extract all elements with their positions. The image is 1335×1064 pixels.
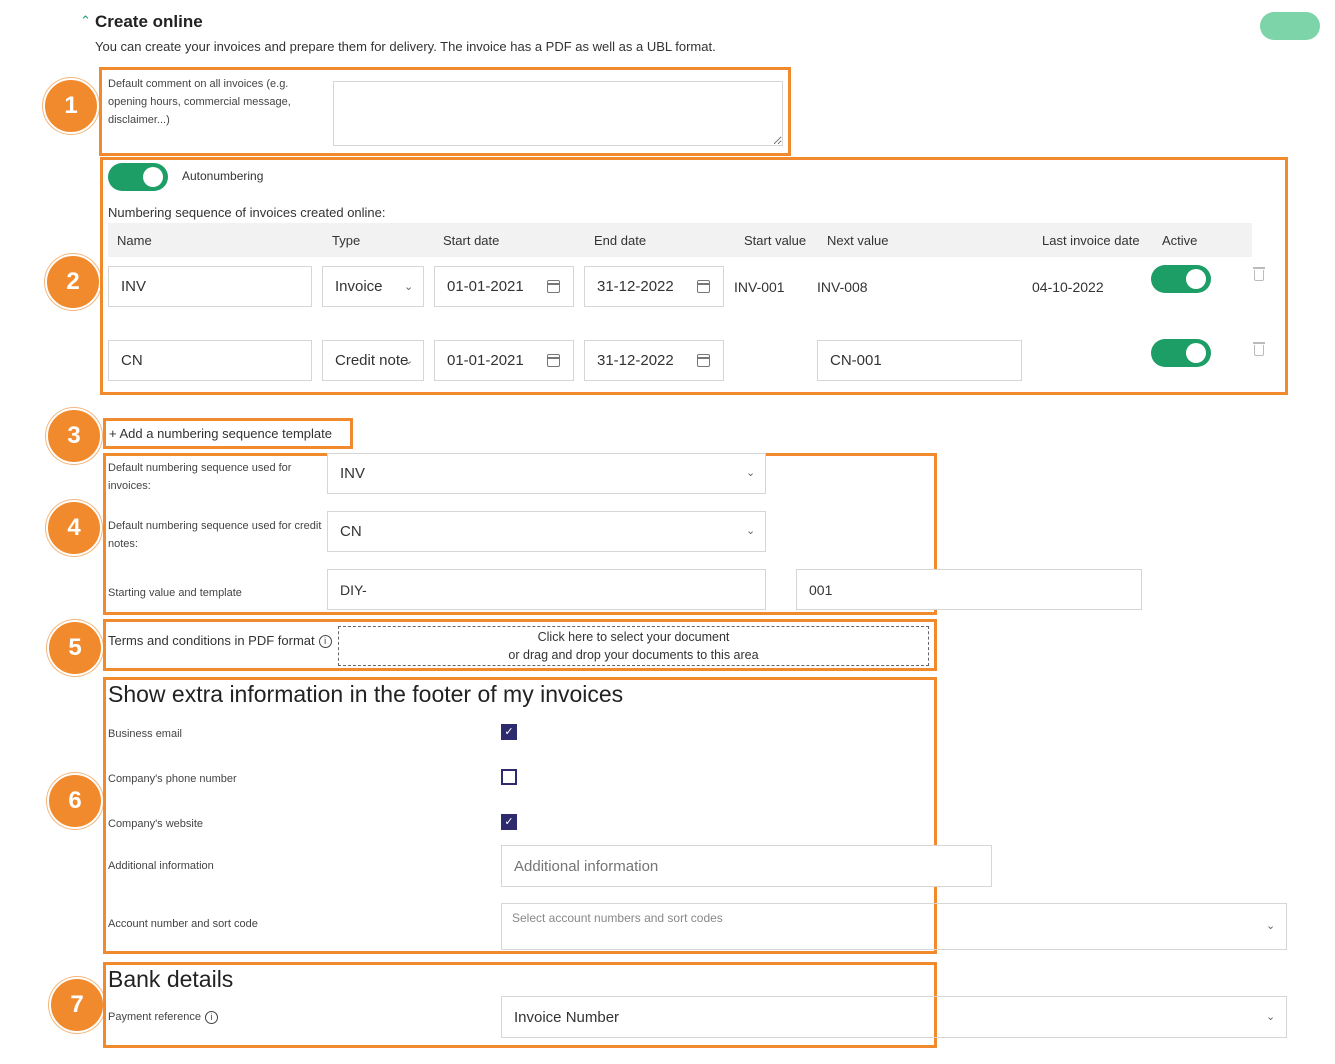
badge-7: 7 (49, 977, 105, 1033)
row1-next-value: INV-008 (817, 279, 868, 295)
additional-info-label: Additional information (108, 860, 214, 872)
collapse-chevron-icon[interactable]: ⌃ (80, 13, 91, 29)
badge-4: 4 (46, 500, 102, 556)
starting-value-input[interactable]: 001 (796, 569, 1142, 610)
phone-checkbox[interactable] (501, 769, 517, 785)
row1-active-toggle[interactable] (1151, 265, 1211, 293)
account-number-select[interactable]: Select account numbers and sort codes (501, 903, 1287, 950)
autonumbering-label: Autonumbering (182, 169, 264, 183)
section-subtitle: You can create your invoices and prepare… (95, 39, 716, 54)
document-dropzone[interactable]: Click here to select your document or dr… (338, 626, 929, 666)
payment-reference-text: Payment reference (108, 1011, 201, 1023)
payment-reference-label: Payment reference i (108, 1008, 218, 1026)
default-credit-sequence-label: Default numbering sequence used for cred… (108, 520, 322, 550)
info-icon[interactable]: i (318, 635, 332, 649)
chevron-down-icon: ⌄ (404, 281, 414, 293)
additional-info-input[interactable] (501, 845, 992, 887)
default-comment-textarea[interactable] (333, 81, 783, 146)
row2-type-value: Credit note (335, 352, 409, 369)
default-credit-sequence-select[interactable]: CN (327, 511, 766, 552)
default-invoice-sequence-select[interactable]: INV (327, 453, 766, 494)
row1-start-value: INV-001 (734, 279, 785, 295)
dropzone-line1: Click here to select your document (537, 630, 730, 644)
chevron-down-icon: ⌄ (746, 467, 756, 479)
row1-last-invoice-date: 04-10-2022 (1032, 279, 1104, 295)
numbering-sequence-label: Numbering sequence of invoices created o… (108, 205, 386, 220)
badge-1: 1 (43, 78, 99, 134)
col-type: Type (332, 233, 361, 248)
col-active: Active (1162, 233, 1198, 248)
add-numbering-template-button[interactable]: + Add a numbering sequence template (109, 426, 332, 441)
phone-label: Company's phone number (108, 773, 237, 785)
chevron-down-icon: ⌄ (1266, 920, 1276, 932)
terms-label: Terms and conditions in PDF format i (108, 633, 332, 649)
account-number-placeholder: Select account numbers and sort codes (512, 911, 723, 925)
chevron-down-icon: ⌄ (404, 355, 414, 367)
calendar-icon[interactable] (547, 280, 560, 293)
col-start-date: Start date (443, 233, 500, 248)
chevron-down-icon: ⌄ (1266, 1011, 1276, 1023)
col-start-value: Start value (744, 233, 807, 248)
default-invoice-sequence-value: INV (340, 465, 366, 482)
template-prefix-input[interactable]: DIY- (327, 569, 766, 610)
row1-name-input[interactable]: INV (108, 266, 312, 307)
row2-delete-icon[interactable] (1253, 342, 1265, 356)
default-invoice-sequence-label: Default numbering sequence used for invo… (108, 462, 292, 492)
top-action-button[interactable] (1260, 12, 1320, 40)
business-email-label: Business email (108, 728, 182, 740)
business-email-checkbox[interactable]: ✓ (501, 724, 517, 740)
row1-delete-icon[interactable] (1253, 267, 1265, 281)
row1-type-value: Invoice (335, 278, 383, 295)
info-icon[interactable]: i (204, 1010, 218, 1024)
autonumbering-toggle[interactable] (108, 163, 168, 191)
default-comment-label: Default comment on all invoices (e.g. op… (108, 78, 291, 126)
default-credit-sequence-value: CN (340, 523, 362, 540)
row2-name-input[interactable]: CN (108, 340, 312, 381)
terms-label-text: Terms and conditions in PDF format (108, 633, 315, 648)
chevron-down-icon: ⌄ (746, 525, 756, 537)
badge-5: 5 (47, 620, 103, 676)
bank-details-heading: Bank details (108, 966, 234, 992)
badge-6: 6 (47, 773, 103, 829)
account-number-label: Account number and sort code (108, 918, 258, 930)
col-next-value: Next value (827, 233, 889, 248)
dropzone-line2: or drag and drop your documents to this … (508, 648, 759, 662)
starting-value-label: Starting value and template (108, 587, 242, 599)
col-end-date: End date (594, 233, 647, 248)
section-title: Create online (95, 12, 203, 31)
payment-reference-value: Invoice Number (514, 1009, 620, 1026)
row2-next-value-input[interactable]: CN-001 (817, 340, 1022, 381)
badge-2: 2 (45, 254, 101, 310)
badge-3: 3 (46, 408, 102, 464)
row2-active-toggle[interactable] (1151, 339, 1211, 367)
website-checkbox[interactable]: ✓ (501, 814, 517, 830)
payment-reference-select[interactable]: Invoice Number (501, 996, 1287, 1038)
calendar-icon[interactable] (697, 280, 710, 293)
calendar-icon[interactable] (697, 354, 710, 367)
website-label: Company's website (108, 818, 204, 830)
col-last-invoice-date: Last invoice date (1042, 233, 1140, 248)
calendar-icon[interactable] (547, 354, 560, 367)
footer-info-heading: Show extra information in the footer of … (108, 681, 624, 707)
col-name: Name (117, 233, 152, 248)
